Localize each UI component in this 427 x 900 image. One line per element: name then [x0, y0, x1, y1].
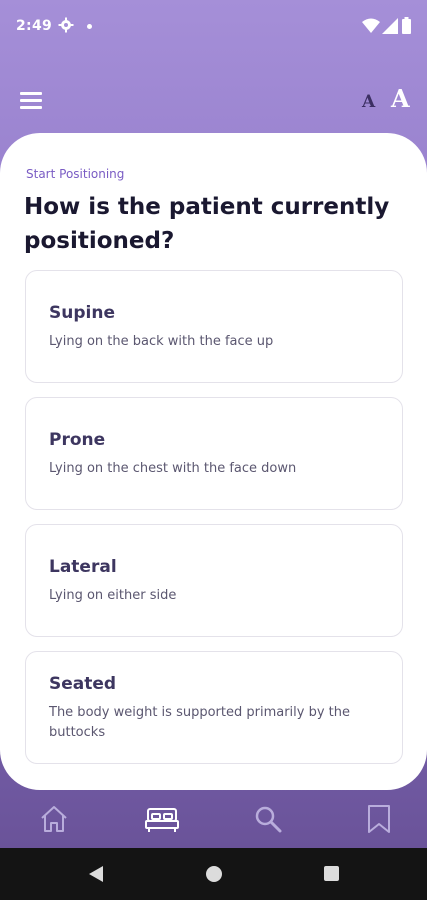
option-title: Lateral — [49, 557, 117, 577]
content-card: Start Positioning How is the patient cur… — [0, 133, 427, 790]
status-time: 2:49 — [16, 18, 53, 34]
option-title: Supine — [49, 303, 115, 323]
option-description: Lying on the back with the face up — [49, 334, 274, 349]
cell-signal-icon — [382, 18, 398, 34]
option-lateral[interactable]: Lateral Lying on either side — [25, 524, 403, 637]
menu-button[interactable] — [20, 92, 42, 110]
back-icon[interactable] — [88, 866, 104, 882]
option-title: Seated — [49, 674, 117, 694]
page-title: How is the patient currently positioned? — [24, 194, 390, 254]
section-label: Start Positioning — [26, 167, 125, 181]
bookmark-icon[interactable] — [364, 804, 394, 834]
recent-apps-icon[interactable] — [324, 866, 339, 881]
status-bar: 2:49 — [0, 0, 427, 56]
option-supine[interactable]: Supine Lying on the back with the face u… — [25, 270, 403, 383]
option-prone[interactable]: Prone Lying on the chest with the face d… — [25, 397, 403, 510]
hamburger-line — [20, 99, 42, 102]
hamburger-line — [20, 106, 42, 109]
option-seated[interactable]: Seated The body weight is supported prim… — [25, 651, 403, 764]
battery-icon — [402, 17, 411, 34]
search-icon[interactable] — [253, 804, 283, 834]
home-circle-icon[interactable] — [206, 866, 222, 882]
home-icon[interactable] — [39, 804, 69, 834]
decrease-font-button[interactable]: A — [362, 92, 375, 112]
settings-gear-icon — [58, 17, 74, 33]
notification-dot-icon — [87, 24, 92, 29]
option-description: Lying on either side — [49, 588, 177, 603]
option-description: Lying on the chest with the face down — [49, 461, 297, 476]
option-description: The body weight is supported primarily b… — [49, 705, 351, 740]
option-title: Prone — [49, 430, 106, 450]
hamburger-line — [20, 92, 42, 95]
system-navigation-bar — [0, 848, 427, 900]
bed-icon[interactable] — [145, 804, 179, 834]
increase-font-button[interactable]: A — [391, 84, 410, 113]
wifi-icon — [362, 18, 380, 33]
bottom-navigation — [0, 790, 427, 848]
